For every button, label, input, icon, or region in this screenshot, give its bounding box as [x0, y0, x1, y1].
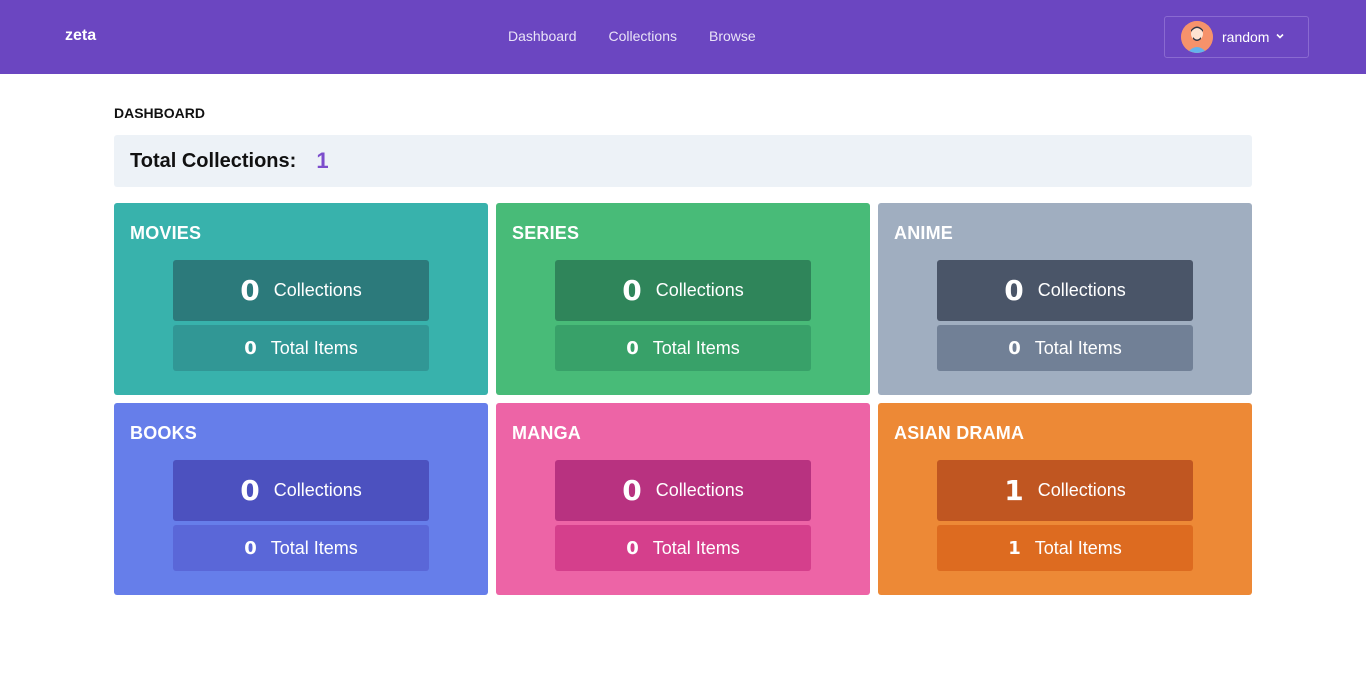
card-title: MOVIES [130, 223, 202, 243]
items-label: Total Items [270, 337, 358, 358]
total-collections-label: Total Collections: [130, 149, 297, 172]
items-count: 0 [244, 337, 257, 359]
collections-stat[interactable]: 0 Collections [555, 460, 811, 521]
items-label: Total Items [1034, 337, 1122, 358]
items-stat[interactable]: 0 Total Items [173, 325, 429, 371]
nav-link-dashboard[interactable]: Dashboard [508, 28, 577, 44]
nav-link-browse[interactable]: Browse [709, 28, 756, 44]
items-label: Total Items [270, 537, 358, 558]
items-count: 0 [244, 537, 257, 559]
collections-stat[interactable]: 0 Collections [555, 260, 811, 321]
card-anime[interactable]: ANIME 0 Collections 0 Total Items [878, 203, 1252, 395]
card-manga[interactable]: MANGA 0 Collections 0 Total Items [496, 403, 870, 595]
chevron-down-icon [1275, 28, 1285, 46]
brand-logo[interactable]: zeta [65, 27, 96, 45]
user-menu-button[interactable]: random [1164, 16, 1309, 58]
collections-label: Collections [1037, 480, 1126, 500]
card-title: BOOKS [130, 423, 198, 443]
collections-label: Collections [1037, 280, 1126, 300]
collections-stat[interactable]: 1 Collections [937, 460, 1193, 521]
card-movies[interactable]: MOVIES 0 Collections 0 Total Items [114, 203, 488, 395]
card-title: ASIAN DRAMA [894, 423, 1025, 443]
total-collections-summary: Total Collections: 1 [114, 135, 1252, 187]
items-stat[interactable]: 0 Total Items [555, 525, 811, 571]
collections-stat[interactable]: 0 Collections [173, 460, 429, 521]
collections-count: 0 [240, 274, 260, 307]
main-nav: Dashboard Collections Browse [508, 28, 756, 44]
items-count: 0 [626, 537, 639, 559]
card-title: SERIES [512, 223, 580, 243]
page-title: DASHBOARD [114, 105, 205, 121]
username-label: random [1222, 29, 1270, 45]
collections-count: 0 [240, 474, 260, 507]
top-navbar: zeta Dashboard Collections Browse random [0, 0, 1366, 74]
items-count: 0 [626, 337, 639, 359]
items-label: Total Items [1034, 537, 1122, 558]
card-asian-drama[interactable]: ASIAN DRAMA 1 Collections 1 Total Items [878, 403, 1252, 595]
items-count: 1 [1008, 537, 1021, 559]
collections-label: Collections [655, 480, 744, 500]
collections-label: Collections [273, 480, 362, 500]
items-stat[interactable]: 0 Total Items [555, 325, 811, 371]
collections-stat[interactable]: 0 Collections [173, 260, 429, 321]
card-title: ANIME [894, 223, 953, 243]
card-books[interactable]: BOOKS 0 Collections 0 Total Items [114, 403, 488, 595]
items-stat[interactable]: 1 Total Items [937, 525, 1193, 571]
card-series[interactable]: SERIES 0 Collections 0 Total Items [496, 203, 870, 395]
nav-link-collections[interactable]: Collections [609, 28, 677, 44]
collections-count: 0 [622, 274, 642, 307]
items-stat[interactable]: 0 Total Items [937, 325, 1193, 371]
card-title: MANGA [512, 423, 581, 443]
collections-label: Collections [273, 280, 362, 300]
items-label: Total Items [652, 537, 740, 558]
total-collections-value: 1 [316, 148, 329, 173]
items-count: 0 [1008, 337, 1021, 359]
collections-count: 1 [1004, 474, 1024, 507]
collections-count: 0 [1004, 274, 1024, 307]
collections-label: Collections [655, 280, 744, 300]
user-avatar [1181, 21, 1213, 53]
collections-count: 0 [622, 474, 642, 507]
items-stat[interactable]: 0 Total Items [173, 525, 429, 571]
items-label: Total Items [652, 337, 740, 358]
collections-stat[interactable]: 0 Collections [937, 260, 1193, 321]
